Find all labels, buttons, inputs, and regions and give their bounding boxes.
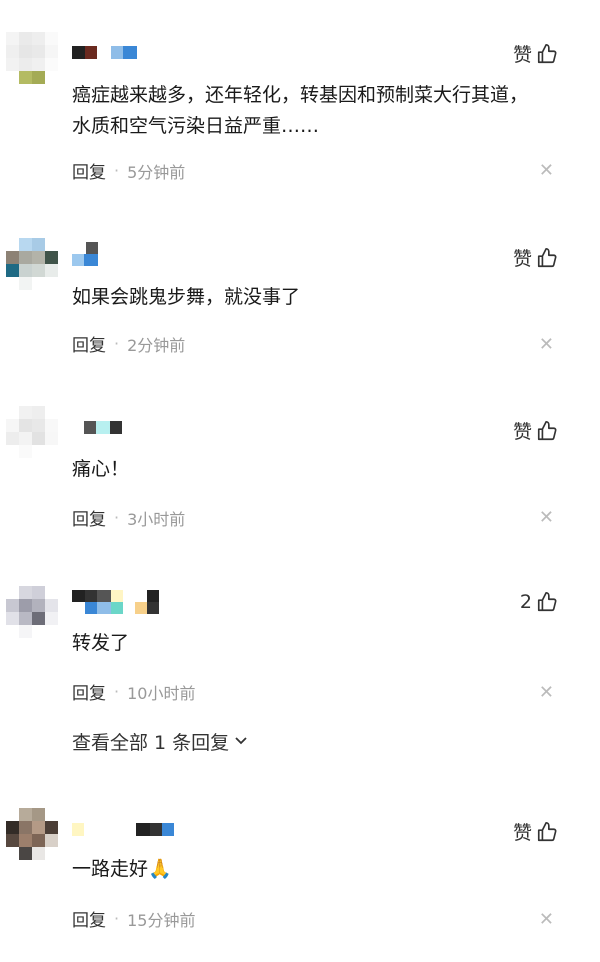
reply-button[interactable]: 回复 bbox=[72, 158, 106, 183]
comment-text: 一路走好🙏 bbox=[72, 858, 172, 880]
separator-dot: · bbox=[114, 682, 120, 701]
reply-button[interactable]: 回复 bbox=[72, 679, 106, 704]
comment-text: 痛心！ bbox=[72, 458, 130, 480]
avatar[interactable] bbox=[6, 238, 58, 290]
like-count: 赞 bbox=[512, 44, 532, 66]
view-all-replies-button[interactable]: 查看全部 1 条回复 bbox=[72, 728, 249, 755]
like-count: 赞 bbox=[512, 822, 532, 844]
comment-time: 2分钟前 bbox=[127, 335, 186, 355]
thumbs-up-icon bbox=[536, 821, 558, 843]
like-button[interactable]: 赞 bbox=[513, 244, 558, 271]
comment-meta: 回复 · 15分钟前 bbox=[72, 906, 195, 931]
comment-time: 3小时前 bbox=[127, 509, 186, 529]
separator-dot: · bbox=[114, 334, 120, 353]
avatar[interactable] bbox=[6, 586, 58, 638]
thumbs-up-icon bbox=[536, 247, 558, 269]
close-icon[interactable]: ✕ bbox=[539, 162, 554, 180]
like-button[interactable]: 赞 bbox=[513, 40, 558, 67]
thumbs-up-icon bbox=[536, 43, 558, 65]
comment-time: 10小时前 bbox=[127, 683, 196, 703]
reply-button[interactable]: 回复 bbox=[72, 331, 106, 356]
separator-dot: · bbox=[114, 508, 120, 527]
avatar[interactable] bbox=[6, 32, 58, 84]
comment-text: 癌症越来越多，还年轻化，转基因和预制菜大行其道，水质和空气污染日益严重…… bbox=[72, 84, 529, 137]
comment-text: 转发了 bbox=[72, 632, 130, 654]
username-redacted[interactable] bbox=[72, 588, 159, 616]
close-icon[interactable]: ✕ bbox=[539, 336, 554, 354]
username-redacted[interactable] bbox=[72, 414, 122, 440]
chevron-down-icon bbox=[233, 731, 249, 753]
close-icon[interactable]: ✕ bbox=[539, 509, 554, 527]
comment-meta: 回复 · 3小时前 bbox=[72, 505, 185, 530]
like-count: 赞 bbox=[512, 421, 532, 443]
view-all-replies-label: 查看全部 1 条回复 bbox=[72, 732, 230, 754]
reply-button[interactable]: 回复 bbox=[72, 505, 106, 530]
like-button[interactable]: 2 bbox=[520, 591, 558, 613]
thumbs-up-icon bbox=[536, 591, 558, 613]
username-redacted[interactable] bbox=[72, 816, 174, 842]
comment-time: 5分钟前 bbox=[127, 162, 186, 182]
avatar[interactable] bbox=[6, 406, 58, 458]
separator-dot: · bbox=[114, 161, 120, 180]
like-count: 2 bbox=[519, 591, 532, 613]
username-redacted[interactable] bbox=[72, 39, 137, 65]
reply-button[interactable]: 回复 bbox=[72, 906, 106, 931]
comment-meta: 回复 · 5分钟前 bbox=[72, 158, 185, 183]
close-icon[interactable]: ✕ bbox=[539, 684, 554, 702]
comment-text: 如果会跳鬼步舞，就没事了 bbox=[72, 286, 301, 308]
thumbs-up-icon bbox=[536, 420, 558, 442]
username-redacted[interactable] bbox=[72, 240, 98, 268]
comment-meta: 回复 · 10小时前 bbox=[72, 679, 195, 704]
comment-meta: 回复 · 2分钟前 bbox=[72, 331, 185, 356]
like-count: 赞 bbox=[512, 248, 532, 270]
like-button[interactable]: 赞 bbox=[513, 818, 558, 845]
comment-time: 15分钟前 bbox=[127, 910, 196, 930]
avatar[interactable] bbox=[6, 808, 58, 860]
close-icon[interactable]: ✕ bbox=[539, 911, 554, 929]
separator-dot: · bbox=[114, 909, 120, 928]
like-button[interactable]: 赞 bbox=[513, 417, 558, 444]
